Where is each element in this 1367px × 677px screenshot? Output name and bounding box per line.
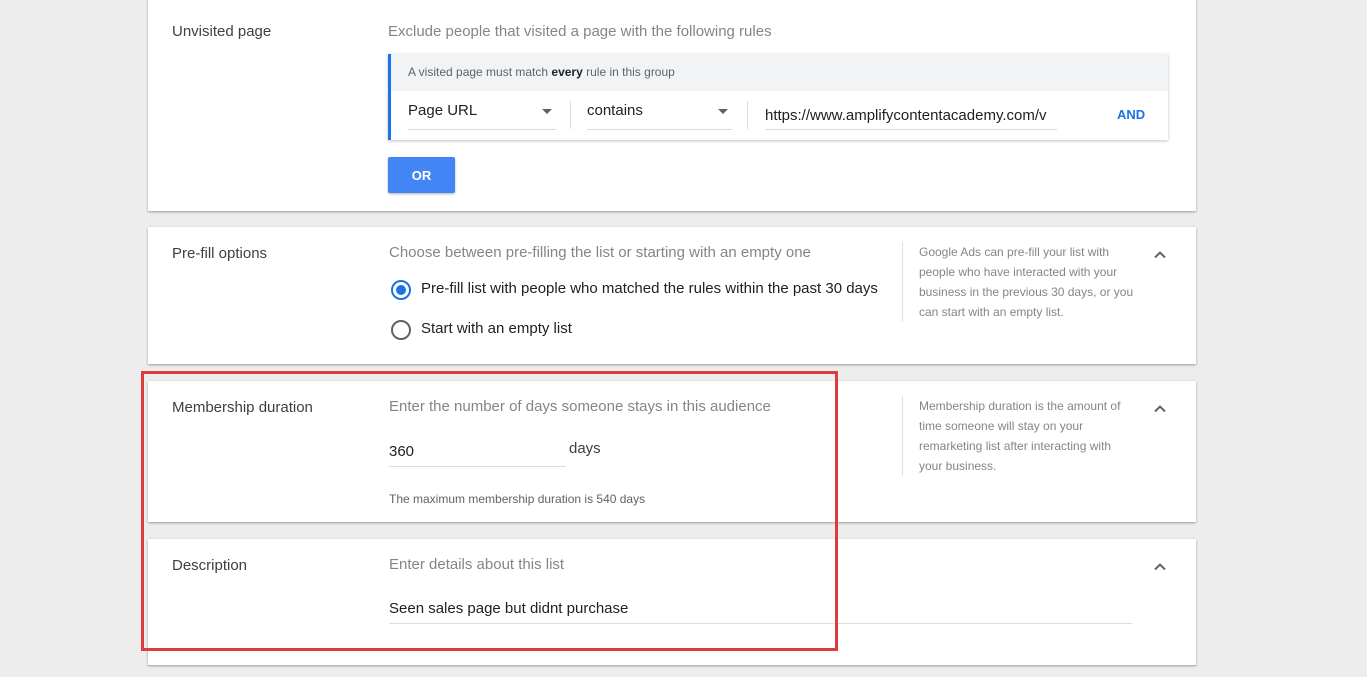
- rule-field-dropdown[interactable]: Page URL: [408, 91, 556, 140]
- membership-days-input[interactable]: [389, 436, 566, 467]
- membership-help-text: Membership duration is the amount of tim…: [902, 396, 1134, 476]
- description-input[interactable]: [389, 593, 1132, 624]
- membership-duration-card: Membership duration Enter the number of …: [148, 381, 1196, 522]
- membership-duration-label: Membership duration: [172, 399, 313, 416]
- or-button[interactable]: OR: [388, 157, 455, 193]
- rule-header-bold: every: [551, 65, 583, 79]
- dropdown-arrow-icon: [718, 109, 728, 114]
- description-label: Description: [172, 557, 248, 574]
- rule-url-input[interactable]: [765, 101, 1057, 130]
- and-button[interactable]: AND: [1117, 107, 1145, 122]
- rule-divider: [570, 101, 571, 129]
- rule-header-prefix: A visited page must match: [408, 65, 552, 79]
- rule-group: A visited page must match every rule in …: [388, 54, 1168, 140]
- prefill-help-text: Google Ads can pre-fill your list with p…: [902, 242, 1134, 322]
- chevron-up-icon[interactable]: [1152, 247, 1168, 263]
- days-suffix: days: [569, 440, 601, 457]
- chevron-up-icon[interactable]: [1152, 401, 1168, 417]
- rule-field-value: Page URL: [408, 102, 478, 119]
- prefill-radio-label: Pre-fill list with people who matched th…: [421, 280, 878, 297]
- prefill-options-label: Pre-fill options: [172, 245, 268, 262]
- description-hint: Enter details about this list: [389, 556, 565, 573]
- rule-group-header: A visited page must match every rule in …: [391, 54, 1168, 91]
- rule-operator-dropdown[interactable]: contains: [587, 91, 732, 140]
- rule-divider: [747, 101, 748, 129]
- unvisited-page-card: Unvisited page Exclude people that visit…: [148, 0, 1196, 211]
- max-duration-note: The maximum membership duration is 540 d…: [389, 492, 646, 506]
- membership-duration-hint: Enter the number of days someone stays i…: [389, 398, 771, 415]
- dropdown-arrow-icon: [542, 109, 552, 114]
- prefill-options-hint: Choose between pre-filling the list or s…: [389, 244, 811, 261]
- rule-operator-value: contains: [587, 102, 643, 119]
- prefill-options-card: Pre-fill options Choose between pre-fill…: [148, 227, 1196, 364]
- radio-checked-icon: [391, 280, 411, 300]
- unvisited-page-hint: Exclude people that visited a page with …: [388, 23, 772, 40]
- radio-unchecked-icon: [391, 320, 411, 340]
- unvisited-page-label: Unvisited page: [172, 23, 272, 40]
- chevron-up-icon[interactable]: [1152, 559, 1168, 575]
- description-card: Description Enter details about this lis…: [148, 539, 1196, 665]
- empty-list-radio-label: Start with an empty list: [421, 320, 572, 337]
- rule-header-suffix: rule in this group: [582, 65, 675, 79]
